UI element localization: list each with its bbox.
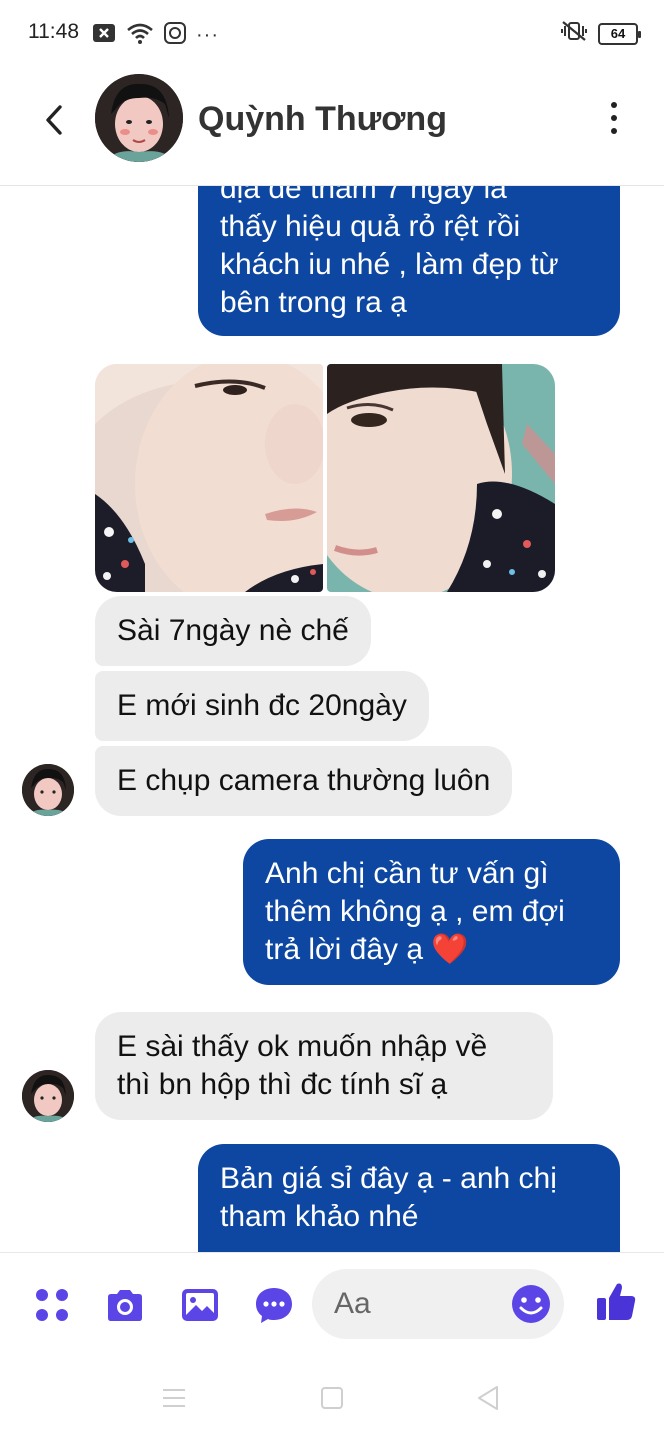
photo-attachment-group[interactable] <box>95 364 555 592</box>
menu-lines-icon <box>163 1389 185 1407</box>
chat-icon <box>256 1288 292 1323</box>
photo-attachment[interactable] <box>327 364 555 592</box>
message-composer <box>0 1252 664 1356</box>
message-line: địa để thấm 7 ngày là <box>220 186 507 205</box>
emoji-icon <box>512 1285 550 1323</box>
apps-button[interactable] <box>30 1283 74 1327</box>
message-bubble-incoming[interactable]: E sài thấy ok muốn nhập về thì bn hộp th… <box>95 1012 553 1120</box>
message-line: Anh chị cần tư vấn gì <box>265 857 549 890</box>
message-line: E sài thấy ok muốn nhập về <box>117 1030 488 1063</box>
system-back-button[interactable] <box>468 1380 508 1416</box>
home-square-icon <box>321 1387 343 1409</box>
vibrate-mute-icon <box>560 20 588 47</box>
message-bubble-outgoing[interactable]: địa để thấm 7 ngày là thấy hiệu quả rỏ r… <box>198 186 620 336</box>
triangle-back-icon <box>478 1386 498 1410</box>
message-line: bên trong ra ạ <box>220 286 407 319</box>
message-line: thêm không ạ , em đợi <box>265 895 565 928</box>
more-status-icon: ··· <box>196 24 219 46</box>
thumbs-up-icon <box>597 1283 636 1320</box>
battery-indicator: 64 <box>598 22 641 45</box>
message-line: thì bn hộp thì đc tính sĩ ạ <box>117 1068 448 1101</box>
gallery-button[interactable] <box>178 1283 222 1327</box>
camera-icon <box>108 1290 142 1321</box>
message-bubble-outgoing[interactable]: Anh chị cần tư vấn gì thêm không ạ , em … <box>243 839 620 985</box>
more-vertical-icon <box>611 102 617 108</box>
sender-avatar[interactable] <box>22 1070 74 1122</box>
like-button[interactable] <box>594 1279 638 1323</box>
back-button[interactable] <box>34 96 74 144</box>
apps-icon <box>36 1289 68 1321</box>
message-bubble-incoming[interactable]: Sài 7ngày nè chế <box>95 596 371 666</box>
message-line: thấy hiệu quả rỏ rệt rồi <box>220 210 521 243</box>
photo-attachment[interactable] <box>95 364 323 592</box>
notification-close-icon <box>92 23 116 48</box>
messenger-status-icon <box>164 22 186 49</box>
more-options-button[interactable] <box>604 98 624 138</box>
wifi-icon <box>126 22 154 49</box>
message-line: trả lời đây ạ ❤️ <box>265 933 469 966</box>
contact-avatar[interactable] <box>95 74 183 162</box>
recent-apps-button[interactable] <box>154 1380 194 1416</box>
message-bubble-incoming[interactable]: E chụp camera thường luôn <box>95 746 513 816</box>
message-line: khách iu nhé , làm đẹp từ <box>220 248 559 281</box>
status-right: 64 <box>560 20 641 47</box>
emoji-button[interactable] <box>510 1283 552 1325</box>
message-line: tham khảo nhé <box>220 1200 419 1233</box>
message-bubble-incoming[interactable]: E mới sinh đc 20ngày <box>95 671 429 741</box>
camera-button[interactable] <box>103 1283 147 1327</box>
back-arrow-icon <box>46 105 62 135</box>
message-bubble-outgoing[interactable]: Bản giá sỉ đây ạ - anh chị tham khảo nhé <box>198 1144 620 1252</box>
sender-avatar[interactable] <box>22 764 74 816</box>
message-line: Bản giá sỉ đây ạ - anh chị <box>220 1162 557 1195</box>
status-time: 11:48 <box>28 20 79 43</box>
status-bar: 11:48 ··· 64 <box>0 0 664 66</box>
status-left-icons: ··· <box>92 22 219 49</box>
voice-chat-button[interactable] <box>252 1283 296 1327</box>
contact-name[interactable]: Quỳnh Thương <box>198 100 447 139</box>
system-navigation-bar <box>0 1356 664 1440</box>
conversation-header: Quỳnh Thương <box>0 66 664 186</box>
message-list[interactable]: địa để thấm 7 ngày là thấy hiệu quả rỏ r… <box>0 186 664 1252</box>
home-button[interactable] <box>312 1380 352 1416</box>
image-icon <box>182 1289 218 1321</box>
